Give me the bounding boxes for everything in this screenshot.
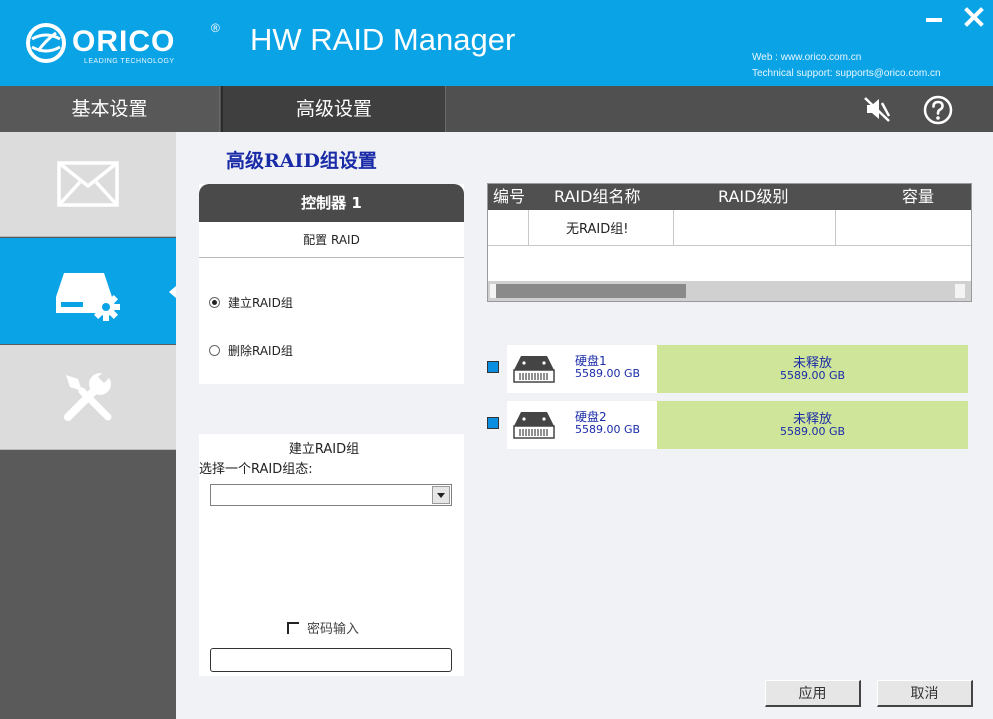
table-row[interactable]: 无RAID组! xyxy=(488,210,971,246)
sidebar-item-raid[interactable] xyxy=(0,238,176,344)
table-header: 编号 RAID组名称 RAID级别 容量 xyxy=(488,184,971,210)
config-raid-label: 配置 RAID xyxy=(199,222,464,258)
create-raid-panel: 建立RAID组 选择一个RAID组态: 密码输入 xyxy=(199,434,464,676)
scroll-right-button[interactable] xyxy=(955,284,965,298)
sidebar-item-mail[interactable] xyxy=(0,132,176,237)
svg-text:®: ® xyxy=(211,21,220,35)
raid-settings-icon xyxy=(56,273,120,321)
create-raid-title: 建立RAID组 xyxy=(288,442,360,457)
disk-status-bar: 未释放 5589.00 GB xyxy=(657,345,968,393)
chevron-down-icon[interactable] xyxy=(432,486,450,504)
empty-table-text: 无RAID组! xyxy=(566,222,629,237)
password-checkbox-row[interactable]: 密码输入 xyxy=(287,618,359,637)
column-header-capacity: 容量 xyxy=(902,187,935,206)
disk-size: 5589.00 GB xyxy=(575,367,641,380)
radio-label: 删除RAID组 xyxy=(228,344,293,358)
disk-bar-size: 5589.00 GB xyxy=(779,425,846,438)
disk-card: 硬盘2 5589.00 GB xyxy=(507,401,657,449)
help-icon[interactable] xyxy=(922,94,954,126)
orico-logo: ORICO ® LEADING TECHNOLOGY xyxy=(26,21,220,65)
scroll-thumb[interactable] xyxy=(496,284,686,298)
cell-separator xyxy=(835,210,836,246)
controller-title: 控制器 1 xyxy=(199,184,464,222)
tab-advanced-settings[interactable]: 高级设置 xyxy=(221,86,446,132)
table-horizontal-scrollbar[interactable] xyxy=(488,281,971,301)
column-header-name: RAID组名称 xyxy=(554,187,641,206)
main-content: 高级RAID组设置 控制器 1 配置 RAID 建立RAID组 删除RAID组 … xyxy=(176,132,993,719)
radio-delete-raid[interactable]: 删除RAID组 xyxy=(209,342,293,359)
disk-checkbox[interactable] xyxy=(487,361,499,373)
disk-checkbox[interactable] xyxy=(487,417,499,429)
disk-card: 硬盘1 5589.00 GB xyxy=(507,345,657,393)
radio-button[interactable] xyxy=(209,297,220,308)
active-indicator-arrow xyxy=(169,286,176,298)
radio-label: 建立RAID组 xyxy=(228,296,293,310)
close-icon[interactable] xyxy=(963,6,985,28)
hard-disk-icon xyxy=(513,412,555,439)
cell-separator xyxy=(528,210,529,246)
sidebar-item-tools[interactable] xyxy=(0,345,176,450)
svg-text:LEADING TECHNOLOGY: LEADING TECHNOLOGY xyxy=(84,58,175,65)
raid-select-label: 选择一个RAID组态: xyxy=(199,462,313,477)
minimize-icon[interactable] xyxy=(923,6,945,28)
password-label: 密码输入 xyxy=(307,622,360,637)
radio-button[interactable] xyxy=(209,345,220,356)
window-controls xyxy=(923,6,985,28)
sidebar xyxy=(0,132,176,719)
raid-group-table: 编号 RAID组名称 RAID级别 容量 无RAID组! xyxy=(487,183,972,302)
mail-icon xyxy=(57,161,119,207)
cell-separator xyxy=(673,210,674,246)
password-input[interactable] xyxy=(210,648,452,672)
column-header-level: RAID级别 xyxy=(718,187,789,206)
disk-size: 5589.00 GB xyxy=(575,423,641,436)
support-email: Technical support: supports@orico.com.cn xyxy=(752,68,941,79)
password-checkbox[interactable] xyxy=(287,621,299,634)
disk-status-bar: 未释放 5589.00 GB xyxy=(657,401,968,449)
app-title: HW RAID Manager xyxy=(250,22,516,57)
controller-panel: 控制器 1 配置 RAID 建立RAID组 删除RAID组 xyxy=(199,184,464,384)
radio-create-raid[interactable]: 建立RAID组 xyxy=(209,294,293,311)
mute-icon[interactable] xyxy=(862,94,892,124)
web-address: Web : www.orico.com.cn xyxy=(752,52,862,63)
disk-row[interactable]: 硬盘1 5589.00 GB 未释放 5589.00 GB xyxy=(487,345,968,393)
tab-basic-settings[interactable]: 基本设置 xyxy=(0,86,220,132)
svg-text:ORICO: ORICO xyxy=(72,25,175,58)
disk-row[interactable]: 硬盘2 5589.00 GB 未释放 5589.00 GB xyxy=(487,401,968,449)
hard-disk-icon xyxy=(513,356,555,383)
cancel-button[interactable]: 取消 xyxy=(877,680,973,707)
column-header-number: 编号 xyxy=(493,187,526,206)
app-header: ORICO ® LEADING TECHNOLOGY HW RAID Manag… xyxy=(0,0,993,86)
tools-icon xyxy=(64,371,112,421)
disk-bar-size: 5589.00 GB xyxy=(779,369,846,382)
tab-bar: 基本设置 高级设置 xyxy=(0,86,993,132)
raid-mode-select[interactable] xyxy=(210,484,452,506)
apply-button[interactable]: 应用 xyxy=(765,680,861,707)
page-title: 高级RAID组设置 xyxy=(226,150,377,172)
